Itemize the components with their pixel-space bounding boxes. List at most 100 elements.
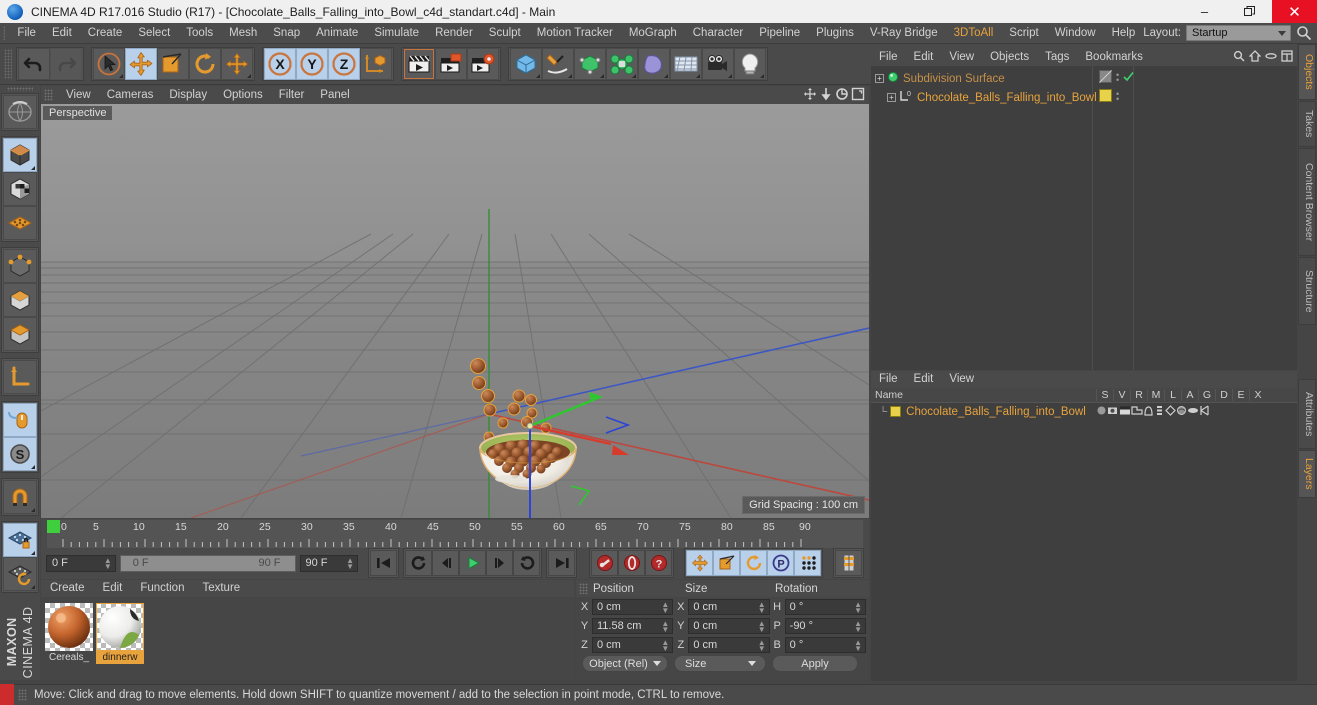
rotate-icon[interactable] (835, 87, 849, 104)
spinner-icon[interactable]: ▲ ▼ (661, 638, 669, 652)
world-object-axis-button[interactable] (360, 48, 392, 80)
tab-layers[interactable]: Layers (1298, 450, 1316, 498)
layer-menu-edit[interactable]: Edit (906, 371, 942, 388)
menu-window[interactable]: Window (1047, 23, 1104, 44)
size-y-field[interactable]: 0 cm ▲ ▼ (688, 617, 770, 634)
spinner-icon[interactable]: ▲ ▼ (758, 638, 766, 652)
undo-view-button[interactable] (3, 94, 37, 129)
viewport-menu-options[interactable]: Options (215, 86, 271, 104)
layer-color-swatch[interactable] (890, 406, 902, 417)
material-tag-icon[interactable] (1099, 89, 1112, 105)
menu-animate[interactable]: Animate (308, 23, 366, 44)
layer-toggle-v[interactable] (1107, 405, 1119, 419)
loop-button[interactable] (513, 550, 540, 576)
object-tree[interactable]: + Subdivision Surface • • + 0 Chocolate_B… (871, 66, 1297, 370)
menu-mograph[interactable]: MoGraph (621, 23, 685, 44)
polygon-mode-button[interactable] (3, 205, 37, 240)
position-key-button[interactable] (686, 550, 713, 576)
spinner-icon[interactable]: ▲ ▼ (661, 619, 669, 633)
play-button[interactable] (459, 550, 486, 576)
material-menu-edit[interactable]: Edit (94, 580, 132, 597)
menu-edit[interactable]: Edit (44, 23, 80, 44)
modeling-object-button[interactable] (606, 48, 638, 80)
maximize-view-icon[interactable] (851, 87, 865, 104)
menu-tools[interactable]: Tools (178, 23, 221, 44)
menu-file[interactable]: File (9, 23, 44, 44)
material-menu-function[interactable]: Function (131, 580, 193, 597)
viewport-menu-filter[interactable]: Filter (271, 86, 313, 104)
point-level-anim-button[interactable] (794, 550, 821, 576)
timeline-ruler[interactable]: 0 5 10 15 20 25 30 35 40 45 50 55 60 65 … (47, 520, 863, 548)
previous-frame-button[interactable] (432, 550, 459, 576)
layer-menu-view[interactable]: View (941, 371, 982, 388)
camera-button[interactable] (702, 48, 734, 80)
size-mode-dropdown[interactable]: Size (674, 655, 766, 672)
layer-toggle-g[interactable] (1165, 404, 1176, 419)
lock-workplane-button[interactable] (3, 522, 37, 557)
material-menu-create[interactable]: Create (41, 580, 94, 597)
objmgr-menu-objects[interactable]: Objects (982, 48, 1037, 66)
rotation-key-button[interactable] (740, 550, 767, 576)
viewport-menu-cameras[interactable]: Cameras (99, 86, 162, 104)
size-z-field[interactable]: 0 cm ▲ ▼ (688, 636, 770, 653)
viewport-3d[interactable]: Y X Z Perspective Grid Spacing : 100 cm (41, 104, 869, 518)
position-z-field[interactable]: 0 cm ▲ ▼ (592, 636, 674, 653)
live-selection-button[interactable] (93, 48, 125, 80)
spinner-icon[interactable]: ▲ ▼ (758, 600, 766, 614)
position-x-field[interactable]: 0 cm ▲ ▼ (592, 598, 674, 615)
spline-pen-button[interactable] (542, 48, 574, 80)
edges-mode-button[interactable] (3, 282, 37, 317)
record-keyframe-button[interactable] (591, 550, 618, 576)
texture-mode-button[interactable] (3, 171, 37, 206)
menu-3dtoall[interactable]: 3DToAll (946, 23, 1002, 44)
viewport-grip[interactable] (44, 89, 53, 101)
scale-key-button[interactable] (713, 550, 740, 576)
search-icon[interactable] (1295, 24, 1313, 42)
left-toolbar-grip[interactable] (7, 87, 33, 91)
apply-button[interactable]: Apply (772, 655, 858, 672)
undo-button[interactable] (18, 48, 50, 80)
layout-dropdown[interactable]: Startup (1186, 25, 1291, 41)
render-view-button[interactable] (403, 48, 435, 80)
tab-content-browser[interactable]: Content Browser (1298, 148, 1316, 256)
scale-tool-button[interactable] (157, 48, 189, 80)
autokey-button[interactable] (618, 550, 645, 576)
menu-create[interactable]: Create (80, 23, 131, 44)
render-region-button[interactable] (435, 48, 467, 80)
polygons-mode-button[interactable] (3, 316, 37, 351)
scene-environment-button[interactable] (670, 48, 702, 80)
go-to-start-button[interactable] (370, 550, 397, 576)
object-row-chocolate-balls[interactable]: + 0 Chocolate_Balls_Falling_into_Bowl (887, 88, 1187, 107)
pan-icon[interactable] (803, 87, 817, 104)
search-icon[interactable] (1233, 50, 1245, 65)
move-axis-button[interactable] (221, 48, 253, 80)
tab-structure[interactable]: Structure (1298, 257, 1316, 325)
axis-z-button[interactable]: Z (328, 48, 360, 80)
spinner-icon[interactable]: ▲ ▼ (854, 638, 862, 652)
objmgr-menu-bookmarks[interactable]: Bookmarks (1077, 48, 1151, 66)
menu-character[interactable]: Character (685, 23, 752, 44)
end-frame-field[interactable]: 90 F ▲ ▼ (299, 554, 358, 572)
layer-toggle-x[interactable] (1199, 404, 1210, 419)
menu-grip[interactable] (3, 26, 6, 40)
layer-toggle-a[interactable] (1154, 405, 1165, 419)
menu-sculpt[interactable]: Sculpt (481, 23, 529, 44)
layer-toggle-e[interactable] (1187, 405, 1199, 419)
move-tool-button[interactable] (125, 48, 157, 80)
menu-plugins[interactable]: Plugins (808, 23, 862, 44)
rotation-p-field[interactable]: -90 ° ▲ ▼ (784, 617, 866, 634)
magnet-button[interactable] (3, 479, 37, 514)
expand-toggle-icon[interactable]: + (887, 93, 896, 102)
axis-x-button[interactable]: X (264, 48, 296, 80)
axis-mode-button[interactable] (3, 359, 37, 394)
keyframe-selection-button[interactable]: ? (645, 550, 672, 576)
model-mode-button[interactable] (3, 137, 37, 172)
workplane-button[interactable] (3, 556, 37, 591)
preview-range-bar[interactable]: 0 F 90 F (119, 554, 296, 572)
objmgr-menu-view[interactable]: View (941, 48, 982, 66)
phong-tag-icon[interactable] (1099, 70, 1112, 86)
layer-toggle-l[interactable] (1143, 405, 1154, 419)
go-to-end-button[interactable] (548, 550, 575, 576)
layer-menu-file[interactable]: File (871, 371, 906, 388)
viewport-menu-view[interactable]: View (58, 86, 99, 104)
